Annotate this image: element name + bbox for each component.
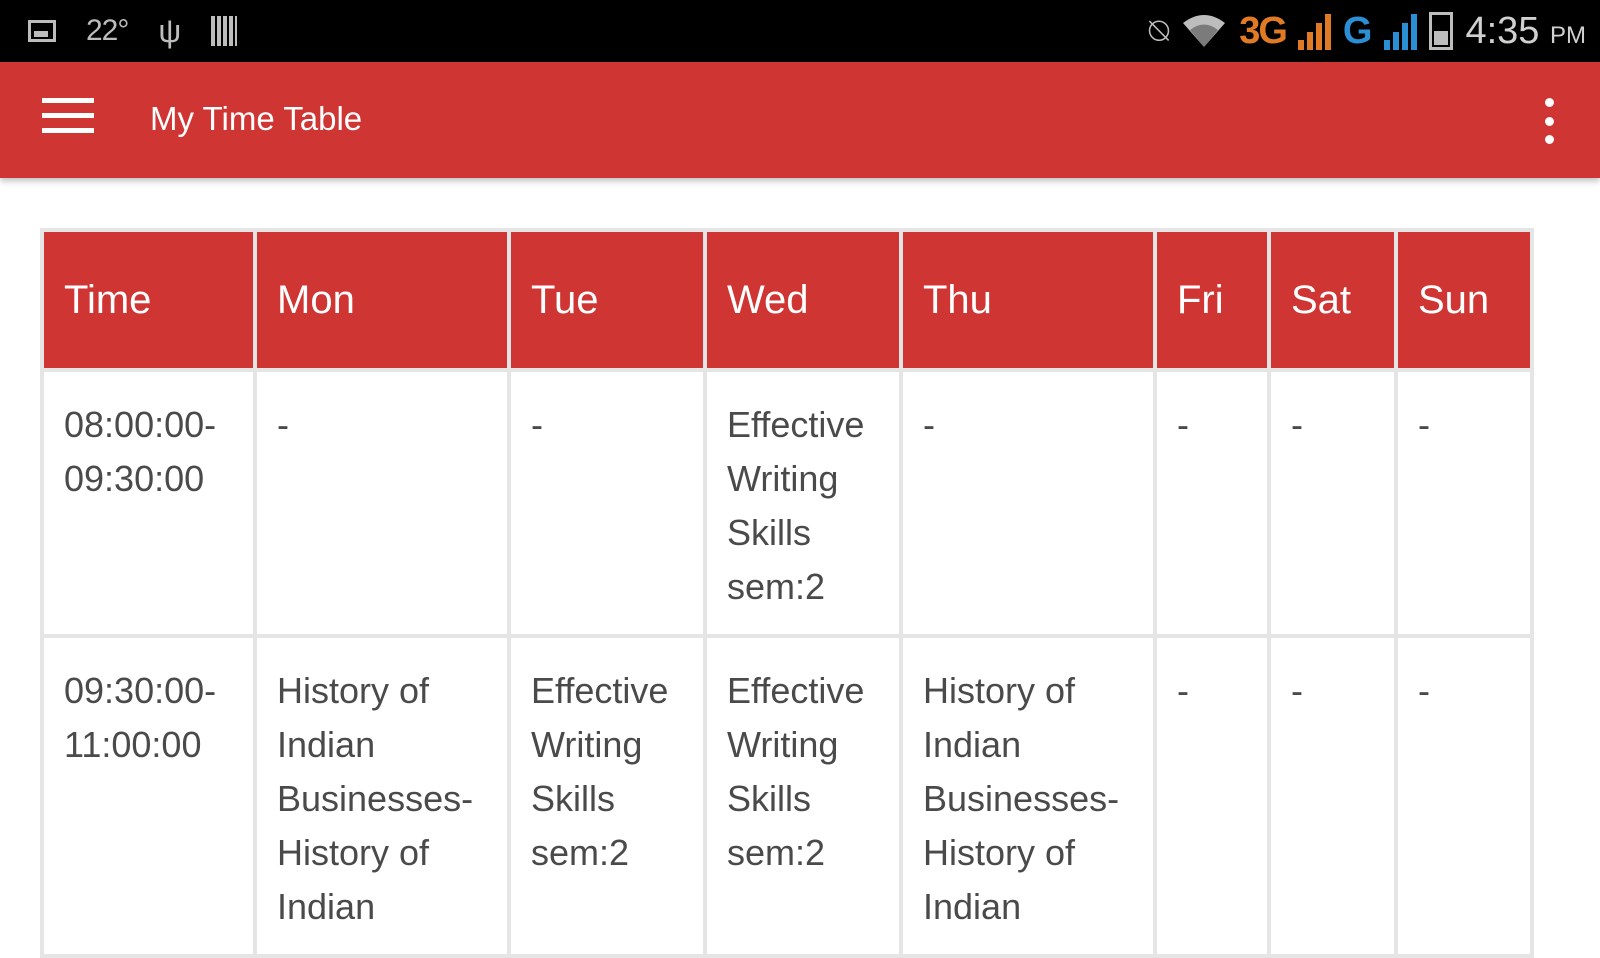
table-cell[interactable]: -: [253, 368, 511, 638]
header-row: Time Mon Tue Wed Thu Fri Sat Sun: [40, 228, 1534, 372]
network-g-label: G: [1342, 9, 1373, 52]
table-cell[interactable]: -: [1267, 368, 1398, 638]
page-title: My Time Table: [150, 100, 363, 137]
time-cell: 08:00:00-09:30:00: [40, 368, 257, 638]
table-cell[interactable]: -: [1153, 368, 1271, 638]
header-sun: Sun: [1394, 228, 1534, 372]
clock: 4:35 PM: [1465, 10, 1586, 53]
status-bar: 22° ψ ⍉ 3G G 4:35 PM: [0, 0, 1600, 62]
signal-icon: [1384, 12, 1418, 50]
table-cell[interactable]: -: [899, 368, 1157, 638]
table-cell[interactable]: History of Indian Businesses-History of …: [899, 634, 1157, 958]
signal-icon: [1297, 12, 1331, 50]
header-thu: Thu: [899, 228, 1157, 372]
header-time: Time: [40, 228, 257, 372]
table-row: 08:00:00-09:30:00 - - Effective Writing …: [40, 368, 1534, 638]
header-mon: Mon: [253, 228, 511, 372]
table-cell[interactable]: -: [1267, 634, 1398, 958]
time-cell: 09:30:00-11:00:00: [40, 634, 257, 958]
header-sat: Sat: [1267, 228, 1398, 372]
app-bar: My Time Table: [0, 62, 1600, 178]
mute-icon: ⍉: [1148, 11, 1170, 50]
timetable-table: Time Mon Tue Wed Thu Fri Sat Sun 08:00:0…: [40, 228, 1534, 958]
sd-card-icon: [211, 16, 238, 46]
more-options-icon[interactable]: [1542, 98, 1556, 144]
clock-time: 4:35: [1465, 9, 1540, 52]
table-cell[interactable]: -: [1153, 634, 1271, 958]
table-cell[interactable]: -: [1394, 634, 1534, 958]
table-cell[interactable]: Effective Writing Skills sem:2: [507, 634, 707, 958]
network-3g-label: 3G: [1239, 9, 1288, 52]
table-cell[interactable]: Effective Writing Skills sem:2: [703, 634, 903, 958]
image-icon: [28, 20, 56, 42]
menu-icon[interactable]: [42, 98, 94, 142]
battery-icon: [1429, 12, 1454, 50]
table-cell[interactable]: History of Indian Businesses-History of …: [253, 634, 511, 958]
wifi-icon: [1183, 15, 1226, 47]
header-fri: Fri: [1153, 228, 1271, 372]
header-tue: Tue: [507, 228, 707, 372]
table-row: 09:30:00-11:00:00 History of Indian Busi…: [40, 634, 1534, 958]
clock-ampm: PM: [1550, 21, 1586, 49]
table-cell[interactable]: -: [1394, 368, 1534, 638]
timetable: Time Mon Tue Wed Thu Fri Sat Sun 08:00:0…: [40, 228, 1534, 958]
usb-icon: ψ: [158, 12, 182, 49]
table-cell[interactable]: -: [507, 368, 707, 638]
header-wed: Wed: [703, 228, 903, 372]
temperature-text: 22°: [86, 14, 129, 47]
table-cell[interactable]: Effective Writing Skills sem:2: [703, 368, 903, 638]
